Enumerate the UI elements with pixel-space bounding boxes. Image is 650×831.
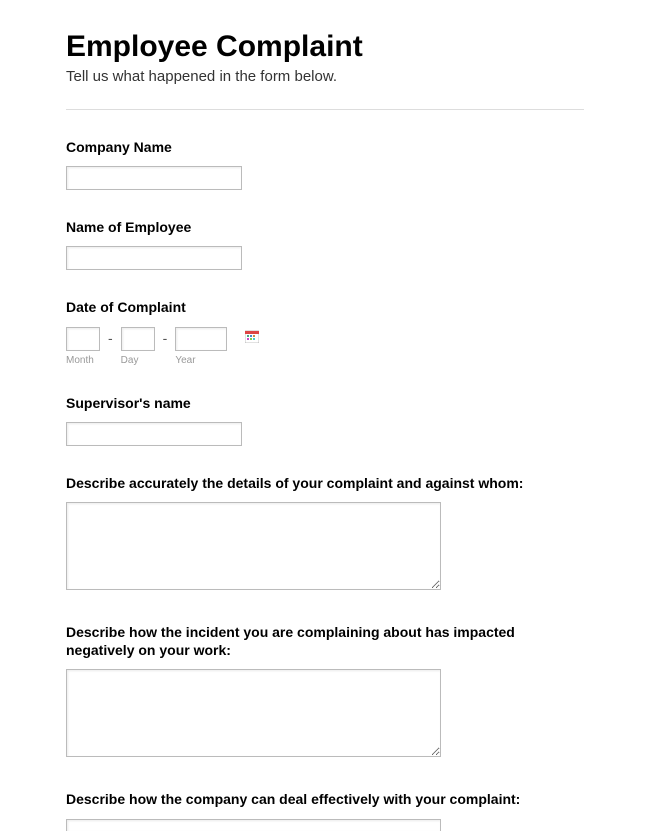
date-separator: -: [100, 327, 121, 346]
date-month-input[interactable]: [66, 327, 100, 351]
company-name-label: Company Name: [66, 138, 584, 156]
date-day-sublabel: Day: [121, 355, 155, 366]
date-year-sublabel: Year: [175, 355, 227, 366]
company-response-label: Describe how the company can deal effect…: [66, 790, 584, 808]
employee-name-field: Name of Employee: [66, 218, 584, 270]
page-subtitle: Tell us what happened in the form below.: [66, 68, 584, 85]
incident-impact-textarea[interactable]: [66, 669, 441, 757]
supervisor-name-field: Supervisor's name: [66, 394, 584, 446]
complaint-details-textarea[interactable]: [66, 502, 441, 590]
complaint-details-label: Describe accurately the details of your …: [66, 474, 584, 492]
complaint-details-field: Describe accurately the details of your …: [66, 474, 584, 595]
company-name-input[interactable]: [66, 166, 242, 190]
employee-name-label: Name of Employee: [66, 218, 584, 236]
complaint-date-field: Date of Complaint Month - Day - Year: [66, 298, 584, 365]
date-day-input[interactable]: [121, 327, 155, 351]
complaint-date-label: Date of Complaint: [66, 298, 584, 316]
incident-impact-field: Describe how the incident you are compla…: [66, 623, 584, 762]
page-title: Employee Complaint: [66, 30, 584, 64]
incident-impact-label: Describe how the incident you are compla…: [66, 623, 584, 659]
date-month-sublabel: Month: [66, 355, 100, 366]
supervisor-name-label: Supervisor's name: [66, 394, 584, 412]
company-name-field: Company Name: [66, 138, 584, 190]
company-response-field: Describe how the company can deal effect…: [66, 790, 584, 830]
supervisor-name-input[interactable]: [66, 422, 242, 446]
divider: [66, 109, 584, 110]
date-year-input[interactable]: [175, 327, 227, 351]
company-response-textarea[interactable]: [66, 819, 441, 831]
date-separator: -: [155, 327, 176, 346]
employee-name-input[interactable]: [66, 246, 242, 270]
calendar-icon[interactable]: [245, 329, 259, 348]
